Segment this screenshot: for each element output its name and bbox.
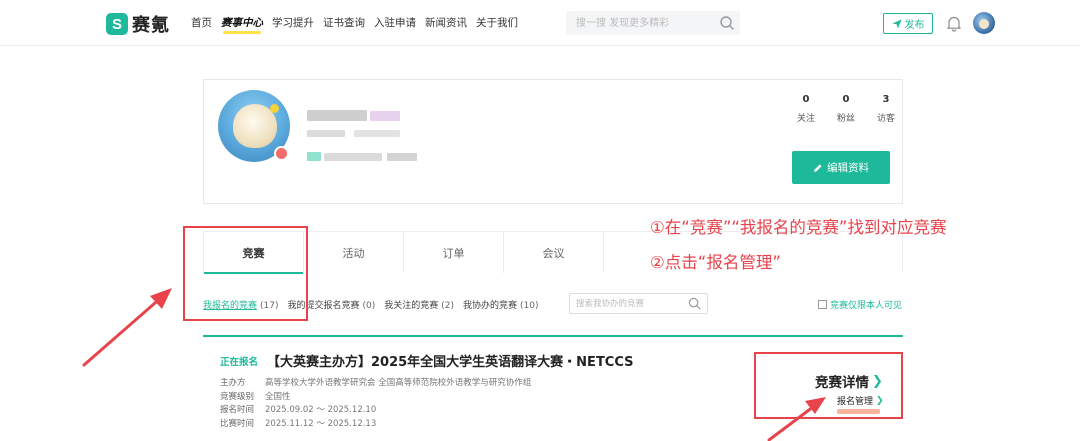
main-nav: 首页 赛事中心 学习提升 证书查询 入驻申请 新闻资讯 关于我们 [191,15,527,34]
blurred-info-1 [307,130,345,137]
publish-label: 发布 [904,20,925,31]
arrow-icon [82,288,172,367]
meta-organizer: 主办方 高等学校大学外语教学研究会 全国高等师范院校外语教学与研究协作组 [220,378,532,388]
pencil-icon [814,163,822,172]
verified-badge-icon [274,146,289,161]
tab-orders[interactable]: 订单 [404,232,504,273]
filter-my-co-organized[interactable]: 我协办的竞赛 (10) [463,298,539,311]
instruction-step-2: ②点击“报名管理” [650,253,781,272]
logo-mark: S [106,13,128,35]
filter-my-followed[interactable]: 我关注的竞赛 (2) [384,298,454,311]
tab-conferences[interactable]: 会议 [504,232,604,273]
profile-stats: 0 关注 0 粉丝 3 访客 [786,94,906,124]
search-icon[interactable] [688,297,701,310]
blurred-username [307,110,367,121]
stat-followers[interactable]: 0 粉丝 [826,94,866,124]
highlight-box-tab [183,226,308,321]
blurred-tag [370,111,400,121]
highlight-box-manage [754,352,903,419]
top-header: S 赛氪 首页 赛事中心 学习提升 证书查询 入驻申请 新闻资讯 关于我们 发布 [0,0,1080,46]
edit-profile-label: 编辑资料 [827,162,869,174]
blurred-school [324,153,382,161]
meta-competition-time: 比赛时间 2025.11.12 ～ 2025.12.13 [220,418,377,429]
nav-item-learning[interactable]: 学习提升 [272,15,314,30]
meta-registration-time: 报名时间 2025.09.02 ～ 2025.12.10 [220,405,377,415]
profile-card: 0 关注 0 粉丝 3 访客 编辑资料 [203,79,903,204]
checkbox-icon [818,300,827,309]
edit-profile-button[interactable]: 编辑资料 [792,151,890,184]
blurred-info-2 [354,130,400,137]
competition-title[interactable]: 【大英赛主办方】2025年全国大学生英语翻译大赛・NETCCS [267,351,634,370]
site-search-input[interactable] [566,11,740,35]
stat-following[interactable]: 0 关注 [786,94,826,124]
instruction-step-1: ①在“竞赛”“我报名的竞赛”找到对应竞赛 [650,218,947,237]
blurred-major [387,153,417,161]
send-icon [892,19,901,28]
nav-item-apply[interactable]: 入驻申请 [374,15,416,30]
user-avatar[interactable] [973,12,995,34]
nav-item-competitions[interactable]: 赛事中心 [221,15,263,34]
only-me-label: 竞赛仅限本人可见 [830,301,903,311]
logo-text: 赛氪 [132,15,170,36]
bell-icon[interactable] [946,15,962,32]
site-logo[interactable]: S 赛氪 [106,11,170,37]
competition-meta: 主办方 高等学校大学外语教学研究会 全国高等师范院校外语教学与研究协作组 竞赛级… [220,377,531,431]
nav-item-about[interactable]: 关于我们 [476,15,518,30]
blurred-school-icon [307,152,321,161]
nav-item-news[interactable]: 新闻资讯 [425,15,467,30]
tab-activities[interactable]: 活动 [304,232,404,273]
meta-level: 竞赛级别 全国性 [220,391,291,402]
nav-item-home[interactable]: 首页 [191,15,212,30]
search-icon[interactable] [719,15,735,31]
nav-item-certificate[interactable]: 证书查询 [323,15,365,30]
stat-visitors[interactable]: 3 访客 [866,94,906,124]
publish-button[interactable]: 发布 [883,13,933,34]
status-badge: 正在报名 [220,357,259,368]
only-me-visible-checkbox[interactable]: 竞赛仅限本人可见 [818,298,902,311]
